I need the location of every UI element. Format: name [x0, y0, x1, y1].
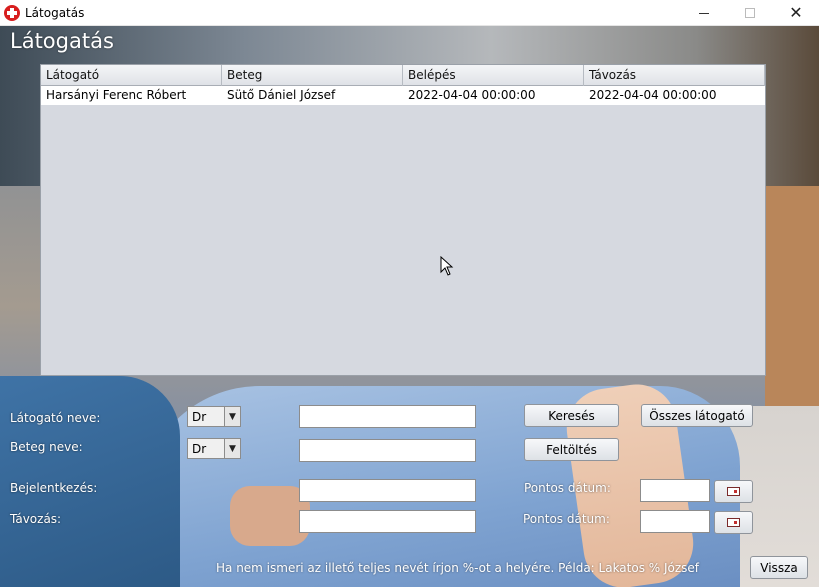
window-title: Látogatás: [25, 6, 85, 20]
exact-date-input-2[interactable]: [640, 510, 710, 533]
checkout-label: Távozás:: [10, 512, 62, 526]
background-cabinet: [765, 186, 819, 436]
maximize-icon: [745, 8, 755, 18]
calendar-button-1[interactable]: [714, 480, 753, 503]
visits-table[interactable]: Látogató Beteg Belépés Távozás Harsányi …: [40, 64, 766, 376]
checkin-input[interactable]: [299, 479, 476, 502]
close-icon: ✕: [789, 3, 803, 22]
column-header-checkin[interactable]: Belépés: [403, 65, 584, 86]
calendar-icon: [727, 487, 740, 496]
red-cross-icon: [4, 5, 20, 21]
page-title: Látogatás: [10, 29, 114, 53]
all-visitors-button[interactable]: Összes látogató: [641, 404, 753, 427]
chevron-down-icon: ▼: [224, 407, 240, 426]
patient-prefix-select[interactable]: Dr ▼: [187, 438, 241, 459]
table-header: Látogató Beteg Belépés Távozás: [41, 65, 765, 86]
search-button[interactable]: Keresés: [524, 404, 619, 427]
patient-name-label: Beteg neve:: [10, 440, 83, 454]
minimize-button[interactable]: [681, 0, 727, 26]
exact-date-input-1[interactable]: [640, 479, 710, 502]
calendar-icon: [727, 518, 740, 527]
table-cell-visitor: Harsányi Ferenc Róbert: [46, 88, 187, 102]
visitor-prefix-value: Dr: [192, 410, 207, 424]
minimize-icon: [699, 12, 709, 14]
checkin-label: Bejelentkezés:: [10, 481, 98, 495]
table-cell-checkout: 2022-04-04 00:00:00: [589, 88, 717, 102]
visitor-prefix-select[interactable]: Dr ▼: [187, 406, 241, 427]
checkout-input[interactable]: [299, 510, 476, 533]
column-header-checkout[interactable]: Távozás: [584, 65, 765, 86]
back-button[interactable]: Vissza: [750, 556, 808, 579]
background-hand: [230, 486, 310, 546]
patient-name-input[interactable]: [299, 439, 476, 462]
title-bar: Látogatás ✕: [0, 0, 819, 26]
exact-date-label-1: Pontos dátum:: [524, 481, 611, 495]
upload-button[interactable]: Feltöltés: [524, 438, 619, 461]
calendar-button-2[interactable]: [714, 511, 753, 534]
close-button[interactable]: ✕: [773, 0, 819, 26]
visitor-name-label: Látogató neve:: [10, 411, 101, 425]
table-cell-patient: Sütő Dániel József: [227, 88, 336, 102]
search-hint: Ha nem ismeri az illető teljes nevét írj…: [216, 561, 700, 575]
visitor-name-input[interactable]: [299, 405, 476, 428]
column-header-visitor[interactable]: Látogató: [41, 65, 222, 86]
maximize-button[interactable]: [727, 0, 773, 26]
column-header-patient[interactable]: Beteg: [222, 65, 403, 86]
patient-prefix-value: Dr: [192, 442, 207, 456]
exact-date-label-2: Pontos dátum:: [523, 512, 610, 526]
table-row[interactable]: Harsányi Ferenc Róbert Sütő Dániel Józse…: [41, 86, 765, 105]
chevron-down-icon: ▼: [224, 439, 240, 458]
table-cell-checkin: 2022-04-04 00:00:00: [408, 88, 536, 102]
